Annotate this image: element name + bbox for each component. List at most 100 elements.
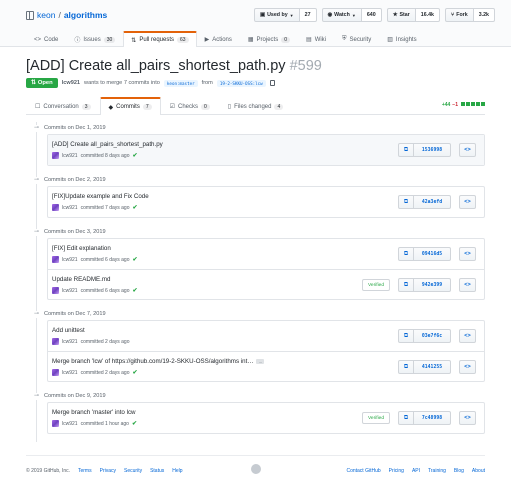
commit-author-link[interactable]: lcw921 [62, 257, 78, 263]
avatar[interactable] [52, 256, 59, 263]
footer-link-blog[interactable]: Blog [454, 468, 464, 474]
footer-link-contact-github[interactable]: Contact GitHub [346, 468, 380, 474]
expand-message-button[interactable]: … [256, 359, 265, 364]
tab-conversation[interactable]: ☐ Conversation 3 [26, 97, 100, 115]
check-icon[interactable]: ✔ [133, 369, 138, 376]
base-branch[interactable]: keon:master [163, 79, 198, 87]
commit-author-link[interactable]: lcw921 [62, 288, 78, 294]
browse-code-button[interactable]: <> [459, 195, 476, 209]
watch-count[interactable]: 640 [361, 8, 382, 22]
tab-checks[interactable]: ☑ Checks 0 [161, 97, 219, 115]
avatar[interactable] [52, 204, 59, 211]
repo-name-link[interactable]: algorithms [64, 10, 107, 20]
tab-code[interactable]: <> Code [26, 31, 66, 47]
commit-title-link[interactable]: Add unittest [52, 327, 85, 334]
commit-group: ⊸ Commits on Dec 7, 2019 Add unittest lcw92… [26, 308, 485, 382]
copy-sha-button[interactable]: ⧉ [398, 411, 414, 425]
repo-separator: / [58, 10, 61, 20]
avatar[interactable] [52, 420, 59, 427]
fork-button[interactable]: ⑂ Fork [445, 8, 474, 22]
commit-title-link[interactable]: Update README.md [52, 276, 110, 283]
footer-link-help[interactable]: Help [172, 468, 182, 474]
tab-files-changed[interactable]: ▯ Files changed 4 [219, 97, 292, 115]
avatar[interactable] [52, 338, 59, 345]
commit-title-link[interactable]: [FIX] Edit explanation [52, 245, 111, 252]
footer-link-pricing[interactable]: Pricing [389, 468, 404, 474]
clipboard-icon[interactable] [269, 80, 275, 86]
browse-code-button[interactable]: <> [459, 329, 476, 343]
check-icon[interactable]: ✔ [133, 204, 138, 211]
avatar[interactable] [52, 152, 59, 159]
copy-sha-button[interactable]: ⧉ [398, 329, 414, 343]
footer: © 2019 GitHub, Inc. Terms Privacy Security… [26, 455, 485, 485]
tab-commits[interactable]: ◆ Commits 7 [99, 97, 161, 115]
pr-author-link[interactable]: lcw921 [62, 80, 80, 86]
footer-link-training[interactable]: Training [428, 468, 446, 474]
commit-actions: Verified ⧉ 7c48998 <> [362, 411, 476, 425]
footer-link-security[interactable]: Security [124, 468, 142, 474]
pr-number: #599 [289, 58, 322, 74]
commit-icon: ⊸ [33, 125, 40, 132]
commit-sha-link[interactable]: 4141255 [414, 360, 451, 374]
browse-code-button[interactable]: <> [459, 278, 476, 292]
tab-actions[interactable]: ▶ Actions [197, 31, 240, 47]
copy-sha-button[interactable]: ⧉ [398, 247, 414, 261]
browse-code-button[interactable]: <> [459, 247, 476, 261]
check-icon[interactable]: ✔ [132, 420, 137, 427]
commit-title-link[interactable]: [FIX]Update example and Fix Code [52, 193, 149, 200]
copy-sha-button[interactable]: ⧉ [398, 195, 414, 209]
used-by-count[interactable]: 27 [299, 8, 317, 22]
browse-code-button[interactable]: <> [459, 411, 476, 425]
footer-link-api[interactable]: API [412, 468, 420, 474]
commit-sha-link[interactable]: 09416d5 [414, 247, 451, 261]
tab-insights[interactable]: ▥ Insights [379, 31, 424, 47]
check-icon[interactable]: ✔ [133, 152, 138, 159]
commit-time: committed 8 days ago [80, 152, 130, 159]
commit-author-link[interactable]: lcw921 [62, 153, 78, 159]
star-count[interactable]: 16.4k [415, 8, 441, 22]
tab-wiki[interactable]: ▤ Wiki [298, 31, 334, 47]
browse-code-button[interactable]: <> [459, 360, 476, 374]
copy-sha-button[interactable]: ⧉ [398, 360, 414, 374]
commit-sha-link[interactable]: 03e7f6c [414, 329, 451, 343]
used-by-button[interactable]: ▣ Used by ▼ [254, 8, 300, 22]
verified-badge[interactable]: Verified [362, 279, 390, 291]
footer-link-privacy[interactable]: Privacy [100, 468, 116, 474]
watch-button[interactable]: ◉ Watch ▼ [321, 8, 362, 22]
commit-sha-link[interactable]: 942e399 [414, 278, 451, 292]
commit-author-link[interactable]: lcw921 [62, 339, 78, 345]
commit-author-link[interactable]: lcw921 [62, 370, 78, 376]
commit-sha-link[interactable]: 1536998 [414, 143, 451, 157]
commit-author-link[interactable]: lcw921 [62, 205, 78, 211]
commit-sha-link[interactable]: 42a3efd [414, 195, 451, 209]
tab-projects[interactable]: ▦ Projects 0 [240, 31, 298, 47]
repo-owner-link[interactable]: keon [37, 10, 55, 20]
footer-link-about[interactable]: About [472, 468, 485, 474]
copy-sha-button[interactable]: ⧉ [398, 143, 414, 157]
footer-link-status[interactable]: Status [150, 468, 164, 474]
avatar[interactable] [52, 287, 59, 294]
footer-left-links: © 2019 GitHub, Inc. Terms Privacy Security… [26, 468, 183, 474]
commit-author-link[interactable]: lcw921 [62, 421, 78, 427]
tab-issues[interactable]: ⓘ Issues 30 [66, 31, 123, 47]
check-icon[interactable]: ✔ [133, 256, 138, 263]
browse-code-button[interactable]: <> [459, 143, 476, 157]
verified-badge[interactable]: Verified [362, 412, 390, 424]
footer-link-terms[interactable]: Terms [78, 468, 92, 474]
fork-count[interactable]: 3.2k [473, 8, 495, 22]
tab-pull-requests[interactable]: ⇅ Pull requests 63 [123, 31, 197, 47]
repo-actions: ▣ Used by ▼ 27 ◉ Watch ▼ 640 ★ Star 16.4k ⑂ Fo… [254, 8, 495, 22]
tab-security[interactable]: ⛨ Security [334, 31, 379, 47]
commit-title-link[interactable]: [ADD] Create all_pairs_shortest_path.py [52, 141, 163, 148]
head-branch[interactable]: 19-2-SKKU-OSS:lcw [216, 79, 266, 87]
check-icon[interactable]: ✔ [133, 287, 138, 294]
commit-sha-link[interactable]: 7c48998 [414, 411, 451, 425]
avatar[interactable] [52, 369, 59, 376]
commit-actions: ⧉ 03e7f6c <> [398, 329, 476, 343]
commit-title-link[interactable]: Merge branch 'master' into lcw [52, 409, 136, 416]
sha-button-group: ⧉ 1536998 [398, 143, 451, 157]
copy-sha-button[interactable]: ⧉ [398, 278, 414, 292]
star-button[interactable]: ★ Star [386, 8, 416, 22]
commit-title-link[interactable]: Merge branch 'lcw' of https://github.com… [52, 358, 253, 365]
github-logo-icon[interactable] [250, 464, 261, 474]
